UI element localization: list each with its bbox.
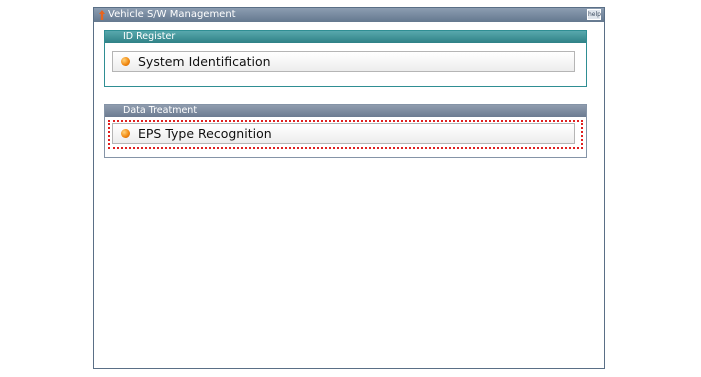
orange-bullet-icon <box>121 57 130 66</box>
system-identification-button[interactable]: System Identification <box>112 51 575 72</box>
eps-type-recognition-label: EPS Type Recognition <box>138 126 272 141</box>
eps-type-recognition-button[interactable]: EPS Type Recognition <box>112 123 575 144</box>
vehicle-icon <box>99 10 105 20</box>
help-icon[interactable]: help <box>587 9 601 20</box>
window-titlebar: Vehicle S/W Management help <box>94 8 604 22</box>
window-title: Vehicle S/W Management <box>108 9 236 20</box>
data-treatment-group: Data Treatment EPS Type Recognition <box>104 104 587 158</box>
system-identification-label: System Identification <box>138 54 271 69</box>
data-treatment-header: Data Treatment <box>105 105 586 117</box>
vehicle-sw-management-window: Vehicle S/W Management help ID Register … <box>93 7 605 369</box>
orange-bullet-icon <box>121 129 130 138</box>
id-register-header: ID Register <box>105 31 586 43</box>
id-register-group: ID Register System Identification <box>104 30 587 87</box>
